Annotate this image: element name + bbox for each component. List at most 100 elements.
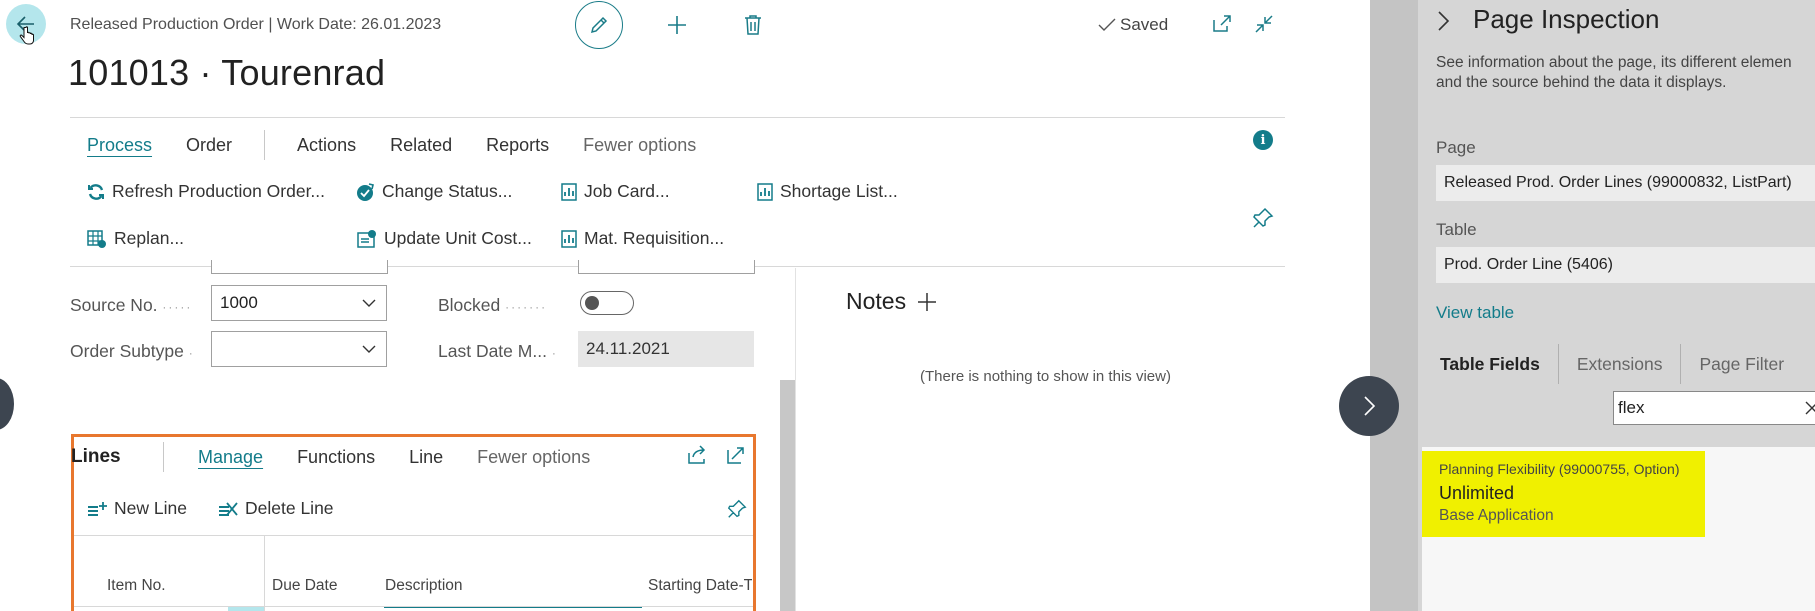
inspector-tab-page-filter[interactable]: Page Filter [1681, 354, 1802, 375]
report-icon [561, 182, 577, 201]
page-title: 101013 · Tourenrad [68, 52, 386, 93]
info-icon[interactable]: i [1253, 130, 1273, 150]
lines-tab-fewer-options[interactable]: Fewer options [477, 447, 590, 468]
blocked-label-text: Blocked [438, 295, 501, 315]
pin-icon[interactable] [726, 498, 748, 520]
modal-overlay [1370, 0, 1422, 611]
result-field-source: Base Application [1439, 507, 1554, 524]
mat-requisition-label: Mat. Requisition... [584, 228, 725, 248]
new-line-action[interactable]: New Line [87, 498, 187, 519]
scrollbar-thumb[interactable] [780, 380, 796, 611]
lines-tab-manage[interactable]: Manage [198, 447, 263, 468]
inspector-tab-table-fields[interactable]: Table Fields [1436, 354, 1558, 375]
refresh-icon [88, 183, 104, 200]
page-subtitle: Released Production Order | Work Date: 2… [70, 16, 442, 33]
order-subtype-field[interactable] [211, 331, 387, 367]
notes-empty-text: (There is nothing to show in this view) [920, 368, 1171, 385]
column-item-no[interactable]: Item No. [107, 577, 166, 595]
saved-label: Saved [1120, 15, 1169, 34]
last-date-label: Last Date M... · [438, 341, 558, 361]
trash-icon [745, 15, 761, 35]
inspector-tab-extensions[interactable]: Extensions [1559, 354, 1681, 375]
new-line-label: New Line [114, 498, 187, 518]
change-status-label: Change Status... [382, 181, 513, 201]
field-search-input[interactable]: flex [1613, 391, 1815, 425]
lines-tab-line[interactable]: Line [409, 447, 443, 468]
partial-input-above [578, 260, 755, 274]
column-description[interactable]: Description [385, 577, 463, 595]
tab-process[interactable]: Process [87, 135, 152, 156]
field-result-card[interactable]: Planning Flexibility (99000755, Option) … [1422, 451, 1705, 537]
inspector-page-label: Page [1436, 138, 1476, 157]
collapse-button[interactable] [1250, 10, 1278, 38]
last-date-label-text: Last Date M... [438, 341, 547, 361]
update-unit-cost-action[interactable]: Update Unit Cost... [355, 228, 532, 249]
chevron-down-icon [362, 345, 376, 353]
last-date-field: 24.11.2021 [578, 331, 754, 367]
tab-order[interactable]: Order [186, 135, 232, 156]
tab-reports[interactable]: Reports [486, 135, 549, 156]
status-check-icon [357, 182, 374, 201]
delete-line-label: Delete Line [245, 498, 334, 518]
delete-line-action[interactable]: Delete Line [218, 498, 334, 519]
job-card-action[interactable]: Job Card... [561, 181, 670, 202]
change-status-action[interactable]: Change Status... [355, 181, 512, 202]
chevron-down-icon [362, 299, 376, 307]
tab-actions[interactable]: Actions [297, 135, 356, 156]
share-icon[interactable] [686, 445, 708, 465]
plus-icon[interactable] [916, 291, 938, 313]
inspector-table-label: Table [1436, 220, 1477, 239]
grid-selection-marker [228, 607, 264, 611]
hand-cursor-icon [19, 26, 34, 45]
expand-icon[interactable] [726, 445, 746, 465]
action-tabs: Process Order Actions Related Reports Fe… [87, 130, 730, 160]
saved-status: Saved [1098, 15, 1168, 35]
notes-header: Notes [846, 288, 938, 315]
inspector-page-value: Released Prod. Order Lines (99000832, Li… [1436, 165, 1815, 201]
inspector-description-line2: and the source behind the data it displa… [1436, 74, 1727, 91]
tab-related[interactable]: Related [390, 135, 452, 156]
header-divider [70, 117, 1285, 118]
view-table-link[interactable]: View table [1436, 303, 1514, 323]
column-due-date[interactable]: Due Date [272, 577, 337, 595]
blocked-toggle[interactable] [580, 291, 634, 315]
blocked-label: Blocked ······· [438, 295, 548, 315]
next-arrow-button[interactable] [1339, 376, 1399, 436]
new-button[interactable] [662, 10, 692, 40]
delete-button[interactable] [738, 10, 768, 40]
replan-icon [87, 229, 106, 248]
grid-active-cell[interactable] [384, 607, 642, 611]
job-card-label: Job Card... [584, 181, 670, 201]
tab-separator [264, 130, 266, 160]
inspector-tabs: Table Fields Extensions Page Filter [1436, 344, 1802, 384]
new-line-icon [88, 501, 107, 516]
side-nav-circle[interactable] [0, 378, 14, 430]
checkmark-icon [1098, 18, 1116, 31]
grid-column-divider [264, 536, 265, 611]
open-new-window-button[interactable] [1208, 10, 1236, 38]
pin-icon[interactable] [1251, 206, 1275, 230]
inspector-table-value: Prod. Order Line (5406) [1436, 247, 1815, 283]
replan-label: Replan... [114, 228, 185, 248]
collapse-icon [1255, 15, 1273, 33]
replan-action[interactable]: Replan... [87, 228, 184, 249]
update-cost-icon [357, 229, 376, 248]
refresh-production-order-action[interactable]: Refresh Production Order... [87, 181, 325, 202]
inspector-description-line1: See information about the page, its diff… [1436, 54, 1792, 71]
close-icon[interactable] [1805, 398, 1815, 418]
chevron-right-icon [1364, 396, 1376, 416]
mat-requisition-action[interactable]: Mat. Requisition... [561, 228, 724, 249]
column-starting-date-time[interactable]: Starting Date-Ti [648, 577, 752, 595]
shortage-list-action[interactable]: Shortage List... [757, 181, 898, 202]
chevron-right-icon[interactable] [1436, 9, 1452, 33]
tab-fewer-options[interactable]: Fewer options [583, 135, 696, 156]
source-no-field[interactable]: 1000 [211, 285, 387, 321]
lines-tab-functions[interactable]: Functions [297, 447, 375, 468]
partial-input-above [211, 260, 388, 274]
toggle-knob [585, 296, 599, 310]
inspector-title: Page Inspection [1473, 4, 1660, 34]
pencil-icon [590, 16, 608, 34]
lines-title: Lines [71, 446, 121, 467]
order-subtype-label: Order Subtype · [70, 341, 195, 361]
edit-button[interactable] [575, 1, 623, 49]
